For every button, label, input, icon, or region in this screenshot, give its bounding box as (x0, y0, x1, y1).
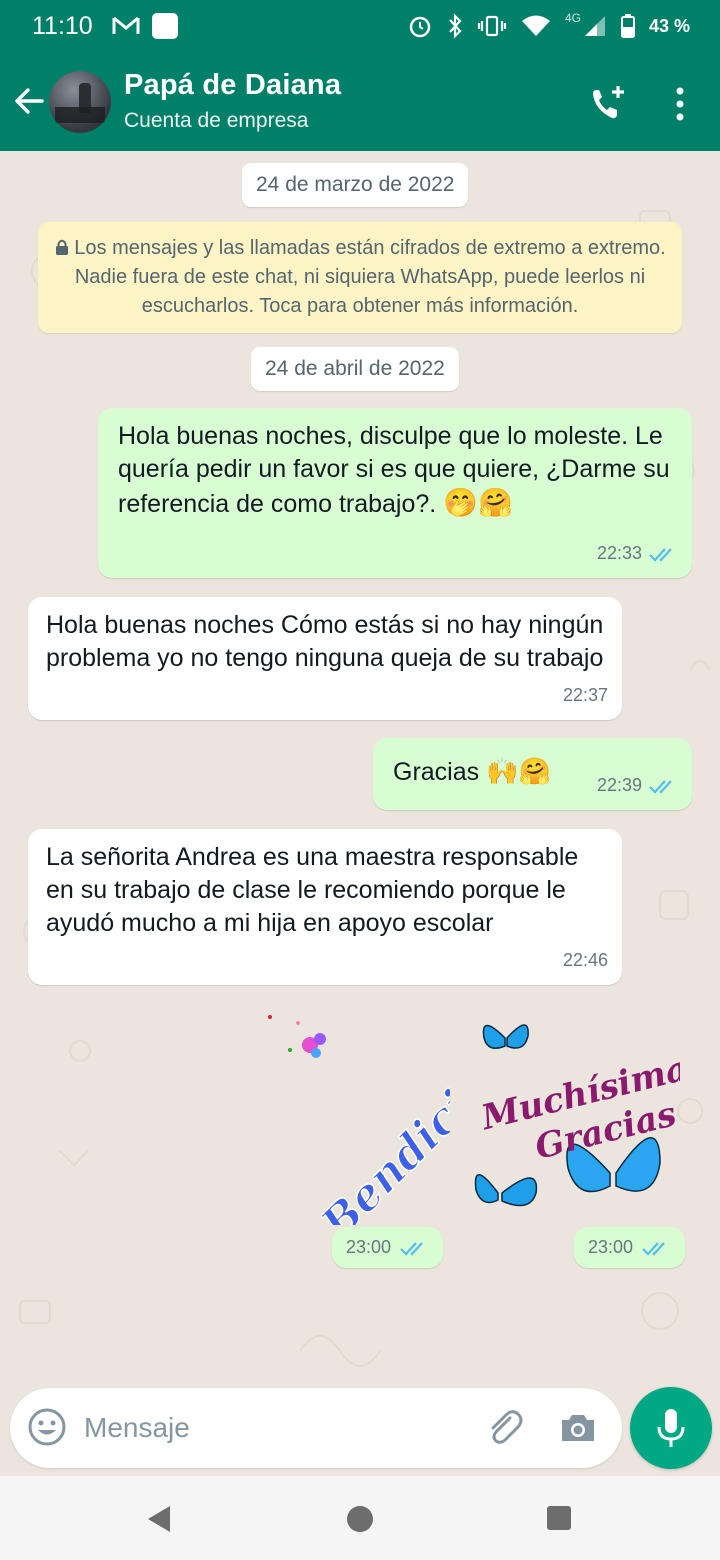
message-emoji: 🤭🤗 (443, 486, 513, 519)
message-composer (10, 1388, 622, 1468)
system-nav-bar (0, 1476, 720, 1560)
sticker-bendiciones-art: Bendiciones (268, 1000, 562, 1252)
message-text: La señorita Andrea es una maestra respon… (46, 843, 579, 937)
message-time: 23:00 (346, 1237, 392, 1257)
message-time: 23:00 (588, 1237, 634, 1257)
camera-icon[interactable] (558, 1408, 598, 1448)
nav-back-icon[interactable] (146, 1504, 172, 1534)
double-check-icon (649, 547, 672, 562)
notification-square-icon (152, 13, 178, 39)
double-check-icon (649, 779, 672, 794)
avatar[interactable] (49, 71, 111, 133)
double-check-icon (642, 1241, 665, 1256)
message-time: 22:37 (562, 685, 608, 705)
status-bar: 11:10 4G 43 % (0, 0, 720, 54)
add-call-icon[interactable] (588, 84, 628, 124)
chat-header: Papá de Daiana Cuenta de empresa (0, 54, 720, 151)
vibrate-icon (477, 15, 507, 37)
status-time: 11:10 (32, 12, 93, 40)
wifi-icon (521, 15, 550, 36)
sticker-bendiciones[interactable]: Bendiciones (230, 1000, 562, 1252)
contact-name[interactable]: Papá de Daiana (124, 69, 341, 102)
message-bubble-outgoing[interactable]: Hola buenas noches, disculpe que lo mole… (98, 408, 692, 578)
sticker-timestamp: 23:00 (332, 1227, 444, 1268)
message-text: Gracias (393, 758, 480, 786)
more-vertical-icon[interactable] (668, 84, 692, 124)
battery-icon (620, 14, 635, 38)
contact-subtitle[interactable]: Cuenta de empresa (124, 109, 308, 133)
battery-level: 43 % (648, 15, 690, 36)
paperclip-icon[interactable] (482, 1406, 526, 1450)
message-emoji: 🙌🤗 (486, 757, 551, 787)
message-time: 22:33 (596, 543, 642, 563)
microphone-icon (657, 1409, 685, 1447)
butterfly-icon (474, 1174, 538, 1207)
butterfly-icon (482, 1024, 529, 1049)
encryption-notice-text: Los mensajes y las llamadas están cifrad… (74, 237, 666, 317)
network-type: 4G (564, 11, 581, 25)
date-separator: 24 de marzo de 2022 (242, 163, 469, 207)
message-time: 22:46 (562, 950, 608, 970)
message-input[interactable] (84, 1406, 464, 1450)
message-bubble-outgoing[interactable]: Gracias 🙌🤗 22:39 (373, 738, 692, 810)
alarm-icon (409, 16, 431, 38)
nav-home-icon[interactable] (347, 1506, 373, 1532)
arrow-left-icon[interactable] (12, 84, 46, 118)
message-bubble-incoming[interactable]: La señorita Andrea es una maestra respon… (28, 829, 622, 985)
smiley-icon[interactable] (26, 1406, 68, 1448)
encryption-notice[interactable]: Los mensajes y las llamadas están cifrad… (38, 222, 682, 333)
double-check-icon (400, 1241, 423, 1256)
sticker-timestamp: 23:00 (574, 1227, 686, 1268)
nav-recents-icon[interactable] (547, 1506, 571, 1530)
message-time: 22:39 (596, 775, 642, 795)
lock-icon (56, 239, 69, 255)
sticker-bendiciones-text: Bendiciones (310, 1005, 450, 1225)
gmail-icon (112, 16, 140, 34)
message-text: Hola buenas noches Cómo estás si no hay … (46, 611, 604, 672)
date-separator: 24 de abril de 2022 (251, 347, 459, 391)
message-bubble-incoming[interactable]: Hola buenas noches Cómo estás si no hay … (28, 597, 622, 720)
bluetooth-icon (449, 13, 462, 39)
message-text: Hola buenas noches, disculpe que lo mole… (118, 422, 670, 518)
sticker-gracias-art: Muchísimas Gracias (474, 1024, 710, 1207)
microphone-button[interactable] (630, 1387, 712, 1469)
sticker-muchisimas-gracias[interactable]: Muchísimas Gracias (470, 1008, 710, 1228)
signal-icon (584, 16, 605, 36)
